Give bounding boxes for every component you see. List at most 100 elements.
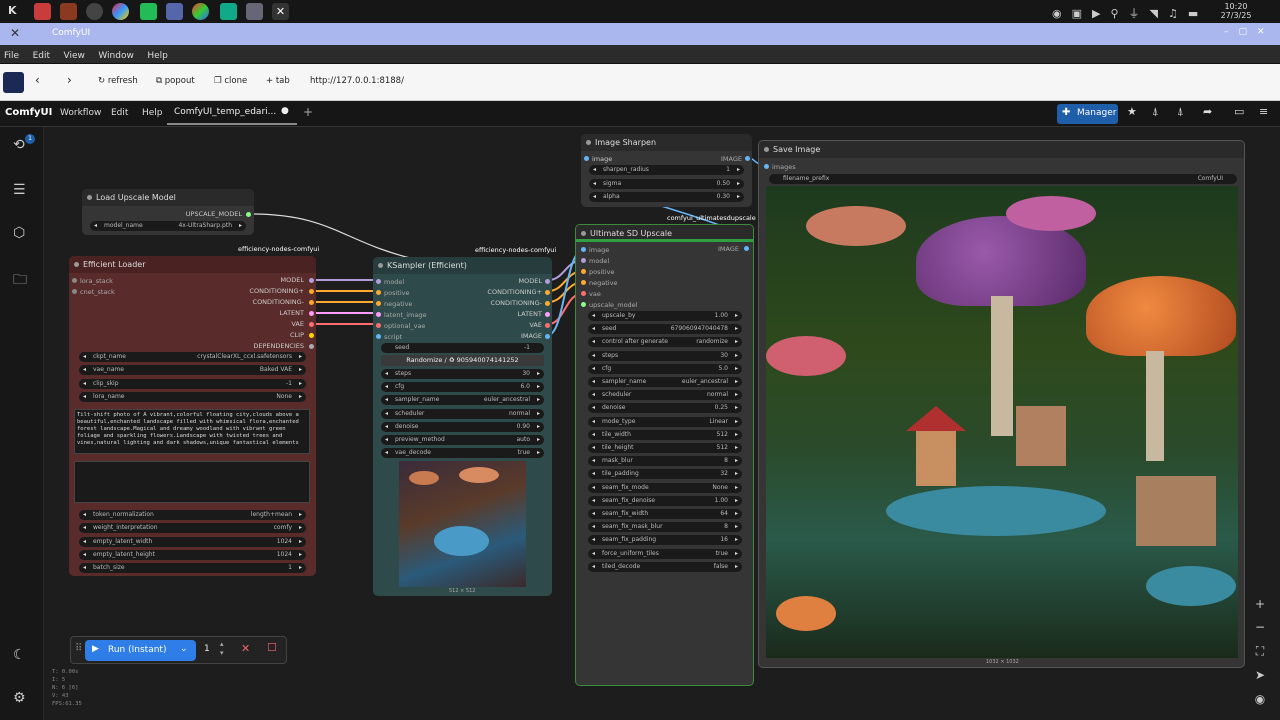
widget-control-after-generate[interactable]: control after generate randomize: [588, 337, 742, 348]
socket-dot[interactable]: [745, 156, 750, 161]
widget-scheduler[interactable]: scheduler normal: [588, 390, 742, 401]
widget-seam-fix-denoise[interactable]: seam_fix_denoise 1.00: [588, 495, 742, 506]
widget-force-uniform-tiles[interactable]: force_uniform_tiles true: [588, 548, 742, 559]
socket-dot[interactable]: [376, 279, 381, 284]
socket-dot[interactable]: [309, 300, 314, 305]
seed-widget[interactable]: seed -1: [381, 343, 544, 353]
output-vae[interactable]: VAE: [291, 320, 304, 328]
widget-tile-padding[interactable]: tile_padding 32: [588, 469, 742, 480]
stepper-icon[interactable]: ▴ ▾: [220, 640, 224, 658]
socket-dot[interactable]: [545, 301, 550, 306]
widget-lora-name[interactable]: lora_name None: [79, 391, 306, 402]
socket-dot[interactable]: [309, 289, 314, 294]
output-image[interactable]: IMAGE: [521, 332, 542, 340]
widget-tile-height[interactable]: tile_height 512: [588, 443, 742, 453]
input-lora_stack[interactable]: lora_stack: [80, 277, 113, 285]
input-latent_image[interactable]: latent_image: [384, 311, 427, 319]
ksampler-node[interactable]: KSampler (Efficient) seed -1 Randomize /…: [373, 257, 552, 596]
output-model[interactable]: MODEL: [519, 277, 542, 285]
workflows-icon[interactable]: 🗀: [13, 269, 27, 293]
input-positive[interactable]: positive: [589, 268, 615, 276]
image-sharpen-node[interactable]: Image Sharpen image IMAGE sharpen_radius…: [581, 134, 752, 207]
socket-dot[interactable]: [309, 344, 314, 349]
widget-clip-skip[interactable]: clip_skip -1: [79, 378, 306, 389]
widget-seam-fix-mode[interactable]: seam_fix_mode None: [588, 482, 742, 493]
chevron-down-icon[interactable]: ⌄: [180, 644, 188, 654]
input-image[interactable]: image: [592, 155, 612, 163]
widget-empty-latent-width[interactable]: empty_latent_width 1024: [79, 536, 306, 547]
socket-dot[interactable]: [72, 278, 77, 283]
output-dependencies[interactable]: DEPENDENCIES: [253, 342, 304, 350]
socket-dot[interactable]: [376, 323, 381, 328]
input-model[interactable]: model: [589, 257, 609, 265]
widget-seam-fix-padding[interactable]: seam_fix_padding 16: [588, 535, 742, 546]
socket-dot[interactable]: [545, 312, 550, 317]
socket-dot[interactable]: [376, 301, 381, 306]
widget-seam-fix-mask-blur[interactable]: seam_fix_mask_blur 8: [588, 522, 742, 533]
input-images[interactable]: images: [772, 163, 796, 171]
cancel-icon[interactable]: ✕: [241, 642, 250, 655]
visibility-icon[interactable]: ◉: [1253, 692, 1267, 706]
run-button[interactable]: ▶ Run (Instant) ⌄: [85, 640, 196, 661]
widget-sharpen-radius[interactable]: sharpen_radius 1: [589, 165, 744, 175]
output-image[interactable]: IMAGE: [721, 155, 742, 163]
stop-icon[interactable]: ☐: [267, 641, 277, 654]
socket-dot[interactable]: [581, 280, 586, 285]
widget-preview-method[interactable]: preview_method auto: [381, 435, 544, 445]
widget-denoise[interactable]: denoise 0.25: [588, 403, 742, 414]
input-negative[interactable]: negative: [589, 279, 617, 287]
output-upscale-model[interactable]: UPSCALE_MODEL: [186, 210, 242, 218]
output-conditioning-[interactable]: CONDITIONING-: [491, 299, 542, 307]
output-vae[interactable]: VAE: [529, 321, 542, 329]
widget-mode-type[interactable]: mode_type Linear: [588, 416, 742, 427]
input-vae[interactable]: vae: [589, 290, 601, 298]
socket-dot[interactable]: [376, 334, 381, 339]
socket-dot[interactable]: [584, 156, 589, 161]
settings-gear-icon[interactable]: ⚙: [13, 690, 26, 706]
widget-weight-interpretation[interactable]: weight_interpretation comfy: [79, 523, 306, 534]
widget-denoise[interactable]: denoise 0.90: [381, 421, 544, 432]
socket-dot[interactable]: [72, 289, 77, 294]
widget-tiled-decode[interactable]: tiled_decode false: [588, 561, 742, 572]
history-icon[interactable]: ⟲: [13, 137, 25, 153]
output-conditioning+[interactable]: CONDITIONING+: [249, 287, 304, 295]
widget-alpha[interactable]: alpha 0.30: [589, 192, 744, 202]
widget-seed[interactable]: seed 679060947040478: [588, 324, 742, 335]
negative-prompt-textarea[interactable]: [74, 461, 310, 503]
model-library-icon[interactable]: ⬡: [13, 225, 25, 241]
widget-sampler-name[interactable]: sampler_name euler_ancestral: [588, 377, 742, 387]
batch-count-input[interactable]: 1: [204, 644, 210, 654]
widget-seam-fix-width[interactable]: seam_fix_width 64: [588, 509, 742, 519]
socket-dot[interactable]: [581, 269, 586, 274]
socket-dot[interactable]: [309, 311, 314, 316]
node-library-icon[interactable]: ☰: [13, 182, 26, 198]
input-cnet_stack[interactable]: cnet_stack: [80, 288, 115, 296]
socket-dot[interactable]: [545, 334, 550, 339]
ultimate-sd-upscale-node[interactable]: Ultimate SD Upscale IMAGE image model posi…: [575, 224, 754, 686]
socket-dot[interactable]: [309, 278, 314, 283]
widget-token-normalization[interactable]: token_normalization length+mean: [79, 510, 306, 520]
drag-handle-icon[interactable]: ⠿: [75, 643, 82, 654]
output-image[interactable]: IMAGE: [718, 245, 739, 253]
output-conditioning+[interactable]: CONDITIONING+: [487, 288, 542, 296]
socket-dot[interactable]: [581, 247, 586, 252]
theme-icon[interactable]: ☾: [13, 647, 26, 663]
socket-dot[interactable]: [309, 333, 314, 338]
socket-dot[interactable]: [744, 246, 749, 251]
input-negative[interactable]: negative: [384, 300, 412, 308]
zoom-in-icon[interactable]: +: [1253, 597, 1267, 611]
socket-dot[interactable]: [545, 323, 550, 328]
efficient-loader-node[interactable]: Efficient Loader Tilt-shift photo of A v…: [69, 256, 316, 576]
widget-batch-size[interactable]: batch_size 1: [79, 563, 306, 574]
filename-prefix-widget[interactable]: filename_prefix ComfyUI: [769, 174, 1237, 184]
input-model[interactable]: model: [384, 278, 404, 286]
input-upscale_model[interactable]: upscale_model: [589, 301, 637, 309]
widget-ckpt-name[interactable]: ckpt_name crystalClearXL_ccxl.safetensors: [79, 352, 306, 362]
output-conditioning-[interactable]: CONDITIONING-: [253, 298, 304, 306]
widget-upscale-by[interactable]: upscale_by 1.00: [588, 311, 742, 321]
widget-steps[interactable]: steps 30: [381, 369, 544, 379]
output-model[interactable]: MODEL: [281, 276, 304, 284]
socket-dot[interactable]: [545, 279, 550, 284]
input-script[interactable]: script: [384, 333, 402, 341]
fit-view-icon[interactable]: ⛶: [1253, 644, 1267, 658]
